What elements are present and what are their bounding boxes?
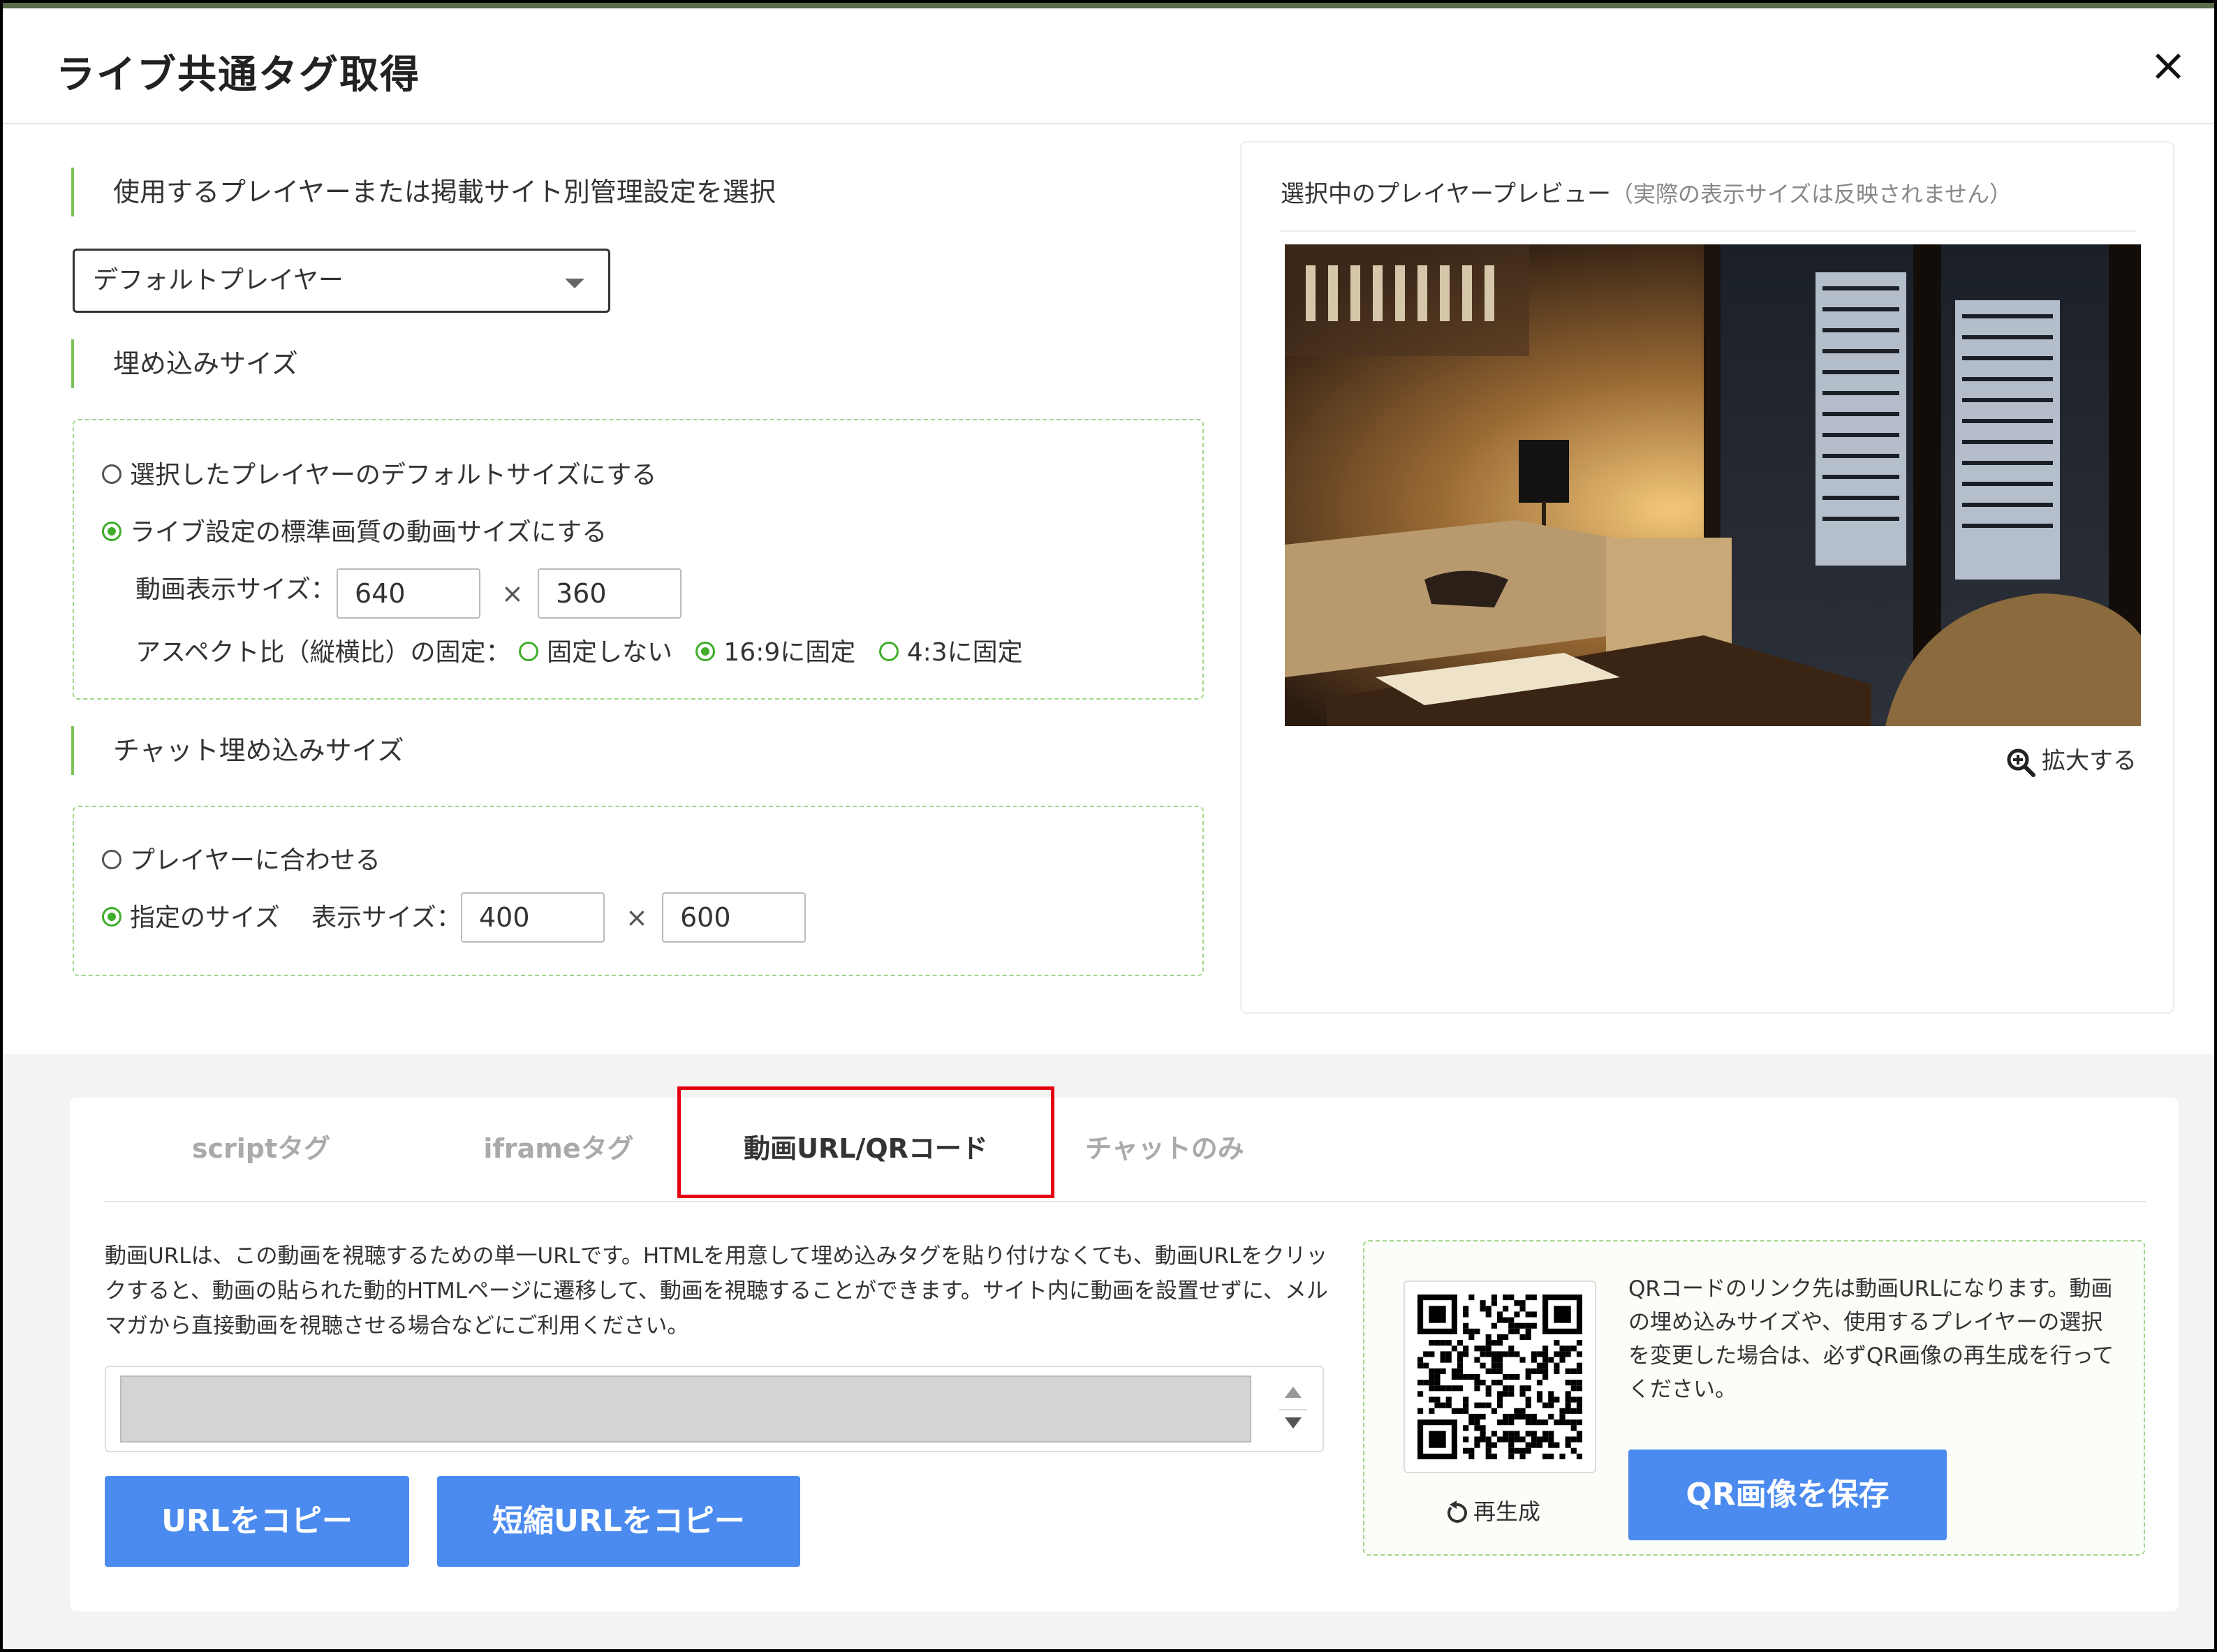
chat-option-match-label: プレイヤーに合わせる: [130, 846, 381, 875]
tab-divider: [103, 1201, 2146, 1202]
zoom-in-icon: [2007, 748, 2035, 777]
arrow-up-icon[interactable]: [1285, 1387, 1302, 1398]
arrow-down-icon[interactable]: [1285, 1417, 1302, 1429]
embed-height-input[interactable]: 360: [538, 568, 682, 619]
chevron-down-icon: [565, 279, 584, 288]
player-section-label: 使用するプレイヤーまたは掲載サイト別管理設定を選択: [71, 168, 776, 216]
preview-note: （実際の表示サイズは反映されません）: [1610, 181, 2012, 207]
zoom-label: 拡大する: [2042, 747, 2137, 775]
embed-option-standard-label: ライブ設定の標準画質の動画サイズにする: [130, 518, 607, 547]
aspect-ratio-row: アスペクト比（縦横比）の固定： 固定しない 16:9に固定 4:3に固定: [135, 635, 1023, 670]
divider: [1281, 230, 2137, 232]
times-sign: ×: [501, 578, 524, 609]
radio-unchecked-icon: [102, 850, 121, 869]
url-scroll-stepper[interactable]: [1279, 1384, 1307, 1436]
copy-url-button[interactable]: URLをコピー: [105, 1476, 409, 1567]
window-top-edge: [3, 3, 2214, 8]
aspect-none-option[interactable]: 固定しない: [518, 638, 672, 667]
modal-dialog: ライブ共通タグ取得 × 使用するプレイヤーまたは掲載サイト別管理設定を選択 デフ…: [0, 0, 2217, 1652]
embed-option-default-label: 選択したプレイヤーのデフォルトサイズにする: [130, 461, 657, 489]
close-icon[interactable]: ×: [2143, 40, 2193, 91]
chat-option-custom-label: 指定のサイズ: [130, 904, 280, 932]
embed-option-default[interactable]: 選択したプレイヤーのデフォルトサイズにする: [102, 458, 656, 493]
chat-size-box: [73, 806, 1204, 976]
times-sign: ×: [626, 902, 648, 933]
video-url-field[interactable]: [120, 1376, 1251, 1443]
modal-title: ライブ共通タグ取得: [56, 52, 420, 98]
lounge-night-photo: [1285, 244, 2141, 726]
aspect-ratio-label: アスペクト比（縦横比）の固定：: [135, 638, 511, 667]
player-select-value: デフォルトプレイヤー: [93, 266, 344, 295]
radio-unchecked-icon: [518, 642, 538, 661]
player-select[interactable]: デフォルトプレイヤー: [73, 249, 610, 313]
regenerate-qr-button[interactable]: 再生成: [1443, 1494, 1540, 1527]
chat-display-size-label: 表示サイズ：: [311, 904, 462, 932]
copy-short-url-button[interactable]: 短縮URLをコピー: [437, 1476, 800, 1567]
save-qr-button[interactable]: QR画像を保存: [1628, 1450, 1947, 1540]
radio-checked-icon: [102, 907, 121, 927]
video-url-box: [105, 1366, 1324, 1452]
chat-option-custom[interactable]: 指定のサイズ: [102, 901, 280, 936]
chat-size-label: チャット埋め込みサイズ: [71, 726, 404, 775]
preview-heading: 選択中のプレイヤープレビュー（実際の表示サイズは反映されません）: [1281, 175, 2012, 209]
embed-option-standard[interactable]: ライブ設定の標準画質の動画サイズにする: [102, 515, 607, 550]
qr-code-panel: 再生成 QRコードのリンク先は動画URLになります。動画の埋め込みサイズや、使用…: [1363, 1240, 2145, 1556]
modal-header: ライブ共通タグ取得 ×: [3, 8, 2214, 124]
chat-option-match[interactable]: プレイヤーに合わせる: [102, 843, 381, 878]
video-url-description: 動画URLは、この動画を視聴するための単一URLです。HTMLを用意して埋め込み…: [105, 1244, 1328, 1338]
aspect-169-label: 16:9に固定: [723, 638, 856, 667]
embed-width-input[interactable]: 640: [337, 568, 480, 619]
active-tab-highlight: [677, 1086, 1054, 1198]
player-preview-panel: 選択中のプレイヤープレビュー（実際の表示サイズは反映されません） 拡大する: [1240, 141, 2174, 1014]
qr-description: QRコードのリンク先は動画URLになります。動画の埋め込みサイズや、使用するプレ…: [1628, 1276, 2114, 1402]
zoom-button[interactable]: 拡大する: [2005, 742, 2137, 778]
aspect-none-label: 固定しない: [546, 638, 672, 667]
radio-unchecked-icon: [102, 464, 121, 484]
tab-iframe[interactable]: iframeタグ: [454, 1117, 663, 1180]
qr-code-image: [1404, 1281, 1596, 1473]
radio-unchecked-icon: [878, 642, 899, 661]
preview-title: 選択中のプレイヤープレビュー: [1281, 180, 1611, 208]
regenerate-label: 再生成: [1473, 1498, 1541, 1525]
stepper-divider: [1279, 1409, 1307, 1410]
aspect-43-option[interactable]: 4:3に固定: [878, 638, 1023, 667]
aspect-169-option[interactable]: 16:9に固定: [695, 638, 855, 667]
player-preview-image[interactable]: [1285, 244, 2141, 726]
tab-script[interactable]: scriptタグ: [156, 1117, 366, 1180]
chat-width-input[interactable]: 400: [461, 892, 605, 943]
radio-checked-icon: [695, 642, 716, 661]
display-size-label: 動画表示サイズ：: [135, 575, 336, 604]
refresh-icon: [1447, 1500, 1467, 1523]
chat-height-input[interactable]: 600: [662, 892, 806, 943]
tab-chat-only[interactable]: チャットのみ: [1060, 1117, 1269, 1180]
qr-code-icon: [1417, 1295, 1582, 1459]
aspect-43-label: 4:3に固定: [906, 638, 1023, 667]
radio-checked-icon: [102, 522, 121, 541]
embed-size-label: 埋め込みサイズ: [71, 339, 298, 388]
